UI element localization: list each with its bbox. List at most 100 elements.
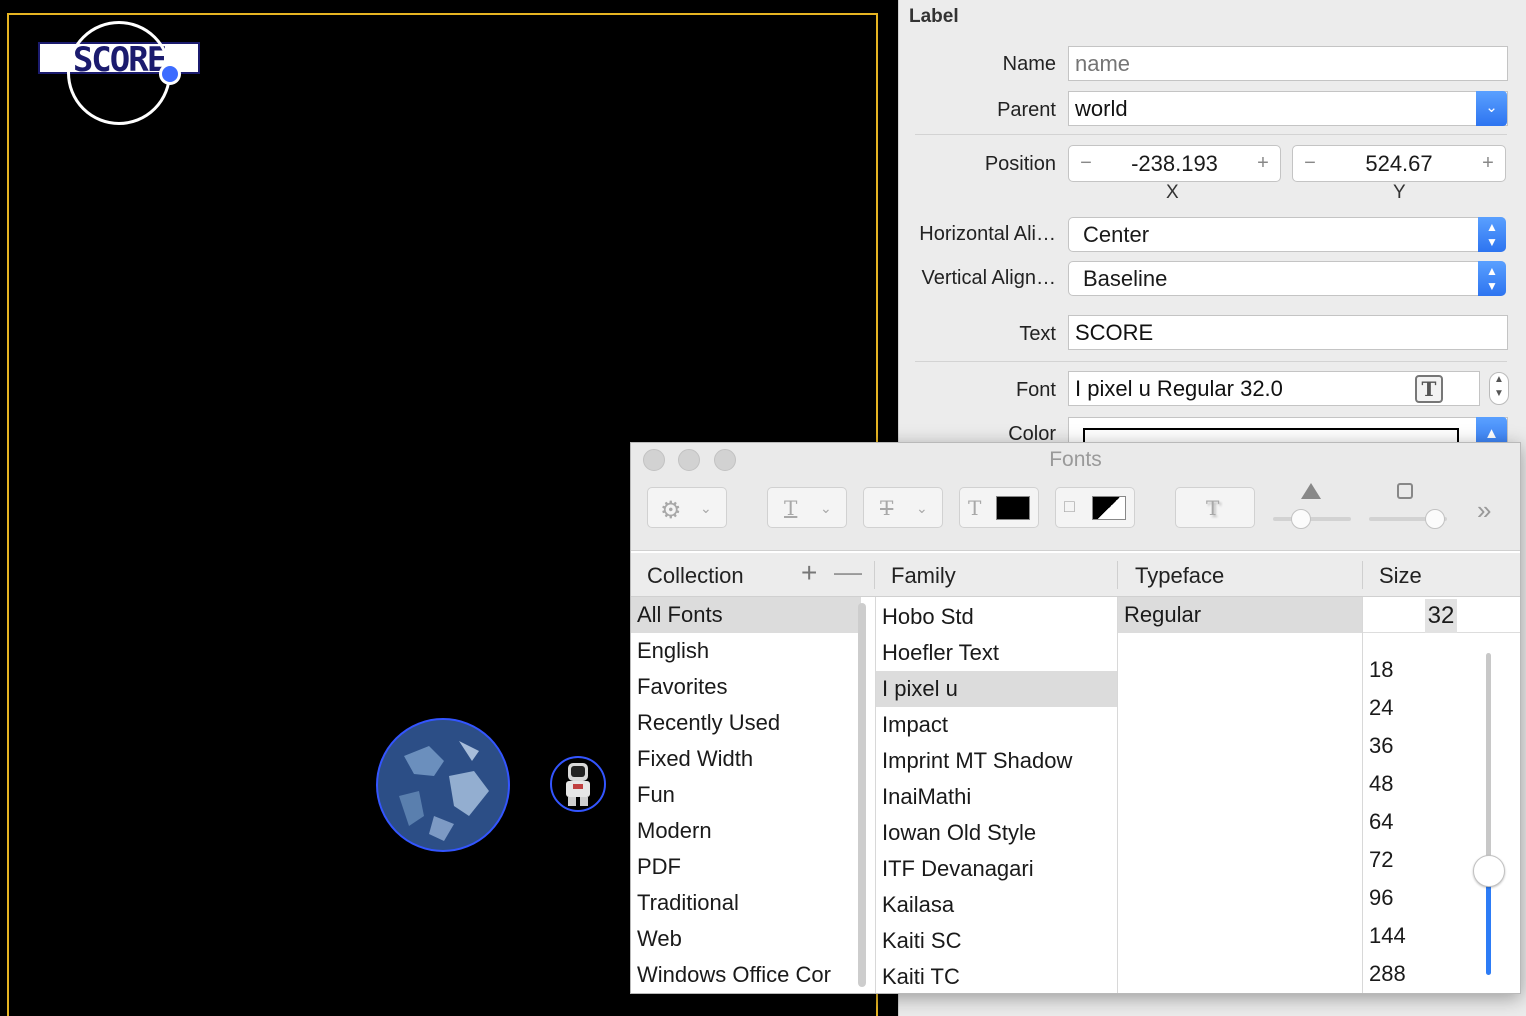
anchor-point-handle[interactable]: [159, 63, 181, 85]
vertical-align-select[interactable]: Baseline ▲ ▼: [1068, 261, 1506, 296]
header-divider: [1117, 561, 1118, 589]
collection-item[interactable]: Web: [631, 921, 861, 957]
shadow-opacity-slider[interactable]: [1273, 509, 1351, 529]
parent-label: Parent: [997, 99, 1056, 121]
shadow-blur-slider[interactable]: [1369, 509, 1447, 529]
parent-value: world: [1075, 96, 1128, 121]
size-item[interactable]: 96: [1363, 879, 1493, 917]
size-item[interactable]: 48: [1363, 765, 1493, 803]
vertical-align-label: Vertical Align…: [921, 267, 1056, 289]
size-item[interactable]: 24: [1363, 689, 1493, 727]
add-collection-button[interactable]: +: [801, 557, 817, 589]
text-color-swatch: [996, 496, 1030, 520]
chevron-down-icon: ⌄: [700, 500, 712, 516]
size-column[interactable]: 32 18 24 36 48 64 72 96 144 288: [1362, 597, 1520, 993]
position-x-value: -238.193: [1131, 151, 1218, 176]
size-item[interactable]: 36: [1363, 727, 1493, 765]
family-item[interactable]: Kaiti TC: [876, 959, 1117, 993]
font-field[interactable]: I pixel u Regular 32.0 T ▲ ▼: [1068, 371, 1509, 406]
up-down-arrows-icon: ▲ ▼: [1478, 261, 1506, 296]
fonts-panel[interactable]: Fonts ⚙ ⌄ T ⌄ T ⌄ T □ T » Collection + —…: [630, 442, 1521, 994]
typeface-list[interactable]: Regular: [1117, 597, 1362, 993]
font-picker-icon[interactable]: T: [1415, 375, 1443, 403]
collection-item[interactable]: Traditional: [631, 885, 861, 921]
underline-menu-button[interactable]: T ⌄: [767, 487, 847, 528]
collection-scrollbar[interactable]: [858, 603, 866, 987]
parent-popup[interactable]: world ⌄: [1068, 91, 1508, 126]
family-item[interactable]: Kailasa: [876, 887, 1117, 923]
position-y-stepper[interactable]: − 524.67 +: [1292, 145, 1506, 182]
divider: [915, 361, 1507, 362]
fonts-panel-toolbar: Fonts ⚙ ⌄ T ⌄ T ⌄ T □ T »: [631, 443, 1520, 551]
decrement-button[interactable]: −: [1297, 146, 1323, 181]
family-item[interactable]: Hobo Std: [876, 599, 1117, 635]
text-shadow-button[interactable]: T: [1175, 487, 1255, 528]
family-item[interactable]: Kaiti SC: [876, 923, 1117, 959]
family-item[interactable]: Impact: [876, 707, 1117, 743]
slider-knob[interactable]: [1291, 509, 1311, 529]
name-field[interactable]: [1068, 46, 1508, 81]
text-field[interactable]: SCORE: [1068, 315, 1508, 350]
document-icon: □: [1064, 496, 1075, 516]
chevron-down-icon: ⌄: [820, 500, 832, 516]
remove-collection-button[interactable]: —: [834, 556, 862, 588]
font-value: I pixel u Regular 32.0: [1075, 376, 1283, 401]
more-toolbar-items-button[interactable]: »: [1477, 495, 1491, 526]
position-x-stepper[interactable]: − -238.193 +: [1068, 145, 1281, 182]
horizontal-align-select[interactable]: Center ▲ ▼: [1068, 217, 1506, 252]
strikethrough-menu-button[interactable]: T ⌄: [863, 487, 943, 528]
chevron-down-icon: ⌄: [1476, 91, 1507, 126]
size-slider-knob[interactable]: [1473, 855, 1505, 887]
font-size-stepper[interactable]: ▲ ▼: [1489, 372, 1509, 405]
collection-item[interactable]: PDF: [631, 849, 861, 885]
family-item[interactable]: Iowan Old Style: [876, 815, 1117, 851]
shadow-opacity-icon: [1301, 483, 1321, 499]
size-item[interactable]: 64: [1363, 803, 1493, 841]
vertical-align-value: Baseline: [1083, 266, 1168, 291]
shadow-blur-icon: [1397, 483, 1413, 499]
typeface-item[interactable]: Regular: [1118, 597, 1362, 633]
collection-item[interactable]: Favorites: [631, 669, 861, 705]
size-list[interactable]: 18 24 36 48 64 72 96 144 288: [1363, 651, 1493, 993]
family-item[interactable]: Imprint MT Shadow: [876, 743, 1117, 779]
collection-item[interactable]: Fun: [631, 777, 861, 813]
position-label: Position: [984, 153, 1056, 175]
collection-item[interactable]: Recently Used: [631, 705, 861, 741]
horizontal-align-value: Center: [1083, 222, 1150, 247]
family-item[interactable]: I pixel u: [876, 671, 1117, 707]
font-label: Font: [1015, 379, 1056, 401]
collection-item[interactable]: English: [631, 633, 861, 669]
action-menu-button[interactable]: ⚙ ⌄: [647, 487, 727, 528]
size-input[interactable]: 32: [1363, 599, 1520, 633]
position-y-value: 524.67: [1365, 151, 1433, 176]
family-item[interactable]: Hoefler Text: [876, 635, 1117, 671]
astronaut-sprite[interactable]: [549, 755, 607, 813]
earth-sprite[interactable]: [374, 716, 512, 854]
increment-button[interactable]: +: [1250, 146, 1276, 181]
collection-item[interactable]: Windows Office Cor: [631, 957, 861, 993]
typeface-header: Typeface: [1135, 563, 1225, 588]
text-color-button[interactable]: T: [959, 487, 1039, 528]
collection-list[interactable]: All Fonts English Favorites Recently Used Fi…: [631, 597, 861, 993]
slider-knob[interactable]: [1425, 509, 1445, 529]
collection-item[interactable]: Modern: [631, 813, 861, 849]
underline-icon: T: [784, 496, 798, 520]
column-headers: Collection + — Family Typeface Size: [631, 553, 1520, 597]
collection-item[interactable]: All Fonts: [631, 597, 861, 633]
name-label: Name: [1002, 53, 1056, 75]
family-list[interactable]: Hobo Std Hoefler Text I pixel u Impact Impri…: [875, 597, 1117, 993]
family-item[interactable]: InaiMathi: [876, 779, 1117, 815]
collection-item[interactable]: Fixed Width: [631, 741, 861, 777]
family-item[interactable]: ITF Devanagari: [876, 851, 1117, 887]
size-item[interactable]: 288: [1363, 955, 1493, 993]
size-item[interactable]: 144: [1363, 917, 1493, 955]
document-color-swatch: [1092, 496, 1126, 520]
text-label: Text: [1019, 323, 1056, 345]
size-slider-track[interactable]: [1486, 653, 1491, 975]
document-color-button[interactable]: □: [1055, 487, 1135, 528]
increment-button[interactable]: +: [1475, 146, 1501, 181]
y-axis-label: Y: [1393, 182, 1406, 203]
size-value: 32: [1425, 599, 1457, 633]
size-item[interactable]: 18: [1363, 651, 1493, 689]
decrement-button[interactable]: −: [1073, 146, 1099, 181]
